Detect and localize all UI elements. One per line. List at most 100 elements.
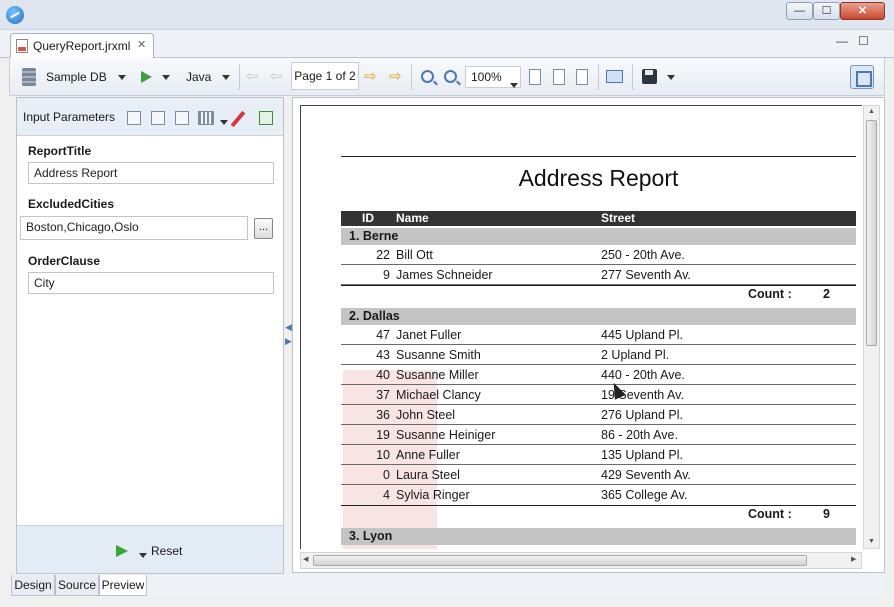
datasource-dropdown-icon[interactable]: [118, 68, 126, 86]
order-clause-input[interactable]: City: [28, 272, 274, 294]
cell-name: Michael Clancy: [396, 388, 481, 402]
parameter-text-icon[interactable]: [175, 111, 189, 125]
last-page-icon[interactable]: ⇨: [389, 69, 402, 84]
first-page-icon[interactable]: ⇦: [246, 69, 259, 84]
cell-id: 37: [376, 388, 390, 402]
scroll-down-icon[interactable]: ▼: [868, 538, 875, 545]
count-value: 9: [823, 507, 830, 521]
database-icon[interactable]: [22, 68, 36, 86]
reset-dropdown-icon[interactable]: [139, 548, 147, 562]
cell-name: Anne Fuller: [396, 448, 460, 462]
window-close-button[interactable]: ✕: [840, 2, 885, 20]
column-header-street: Street: [601, 211, 636, 225]
export-params-icon[interactable]: [259, 111, 273, 125]
cell-street: 2 Upland Pl.: [601, 348, 670, 362]
cell-id: 0: [383, 468, 390, 482]
table-row: 22 Bill Ott 250 - 20th Ave.: [341, 245, 856, 265]
report-preview-area: Address Report ID Name Street 1. Berne 2…: [292, 97, 885, 573]
count-label: Count :: [748, 287, 792, 301]
tab-source[interactable]: Source: [55, 575, 99, 596]
table-row: 4 Sylvia Ringer 365 College Av.: [341, 485, 856, 505]
parameter-image-icon[interactable]: [151, 111, 165, 125]
zoom-value: 100%: [471, 70, 502, 84]
view-minimize-icon[interactable]: —: [836, 34, 850, 48]
cell-name: John Steel: [396, 408, 456, 422]
excluded-cities-input[interactable]: Boston,Chicago,Oslo: [20, 216, 248, 240]
cell-id: 19: [376, 428, 390, 442]
run-report-icon[interactable]: [141, 71, 152, 83]
scroll-right-icon[interactable]: ▶: [851, 555, 856, 563]
report-page: Address Report ID Name Street 1. Berne 2…: [300, 105, 862, 549]
fit-width-icon[interactable]: [553, 69, 565, 85]
previous-page-icon[interactable]: ⇦: [270, 69, 283, 84]
editor-mode-tabs: Design Source Preview: [9, 575, 885, 597]
zoom-dropdown-icon[interactable]: [510, 75, 518, 95]
column-header-id: ID: [362, 211, 374, 225]
cell-id: 4: [383, 488, 390, 502]
table-row: 36 John Steel 276 Upland Pl.: [341, 405, 856, 425]
zoom-in-icon[interactable]: [421, 70, 434, 83]
vertical-scrollbar[interactable]: ▲ ▼: [863, 105, 880, 549]
report-column-header: ID Name Street: [341, 211, 856, 226]
window-minimize-button[interactable]: —: [786, 2, 813, 20]
report-mode-icon[interactable]: [850, 65, 874, 89]
params-dropdown-icon[interactable]: [220, 115, 228, 129]
editor-tabbar: QueryReport.jrxml ✕ — ☐: [0, 30, 894, 58]
tab-preview[interactable]: Preview: [99, 575, 147, 596]
report-title-input[interactable]: Address Report: [28, 162, 274, 184]
cell-street: 135 Upland Pl.: [601, 448, 684, 462]
vertical-scroll-thumb[interactable]: [866, 120, 877, 346]
cell-name: Susanne Smith: [396, 348, 481, 362]
cell-street: 445 Upland Pl.: [601, 328, 684, 342]
language-dropdown-icon[interactable]: [222, 68, 230, 86]
zoom-select[interactable]: 100%: [465, 66, 521, 89]
table-row: 47 Janet Fuller 445 Upland Pl.: [341, 325, 856, 345]
export-icon[interactable]: [606, 70, 623, 83]
count-label: Count :: [748, 507, 792, 521]
group-count-row: Count : 9: [341, 505, 856, 521]
params-header: Input Parameters: [17, 98, 283, 136]
add-parameter-icon[interactable]: [127, 111, 141, 125]
run-with-params-icon[interactable]: [116, 545, 128, 557]
table-row: 40 Susanne Miller 440 - 20th Ave.: [341, 365, 856, 385]
horizontal-scrollbar[interactable]: ◀ ▶: [300, 552, 862, 569]
excluded-cities-browse-button[interactable]: ...: [254, 218, 273, 239]
language-selector[interactable]: Java: [186, 68, 211, 86]
cell-street: 86 - 20th Ave.: [601, 428, 678, 442]
reset-button[interactable]: Reset: [151, 544, 182, 558]
table-row: 9 James Schneider 277 Seventh Av.: [341, 265, 856, 285]
table-row: 19 Susanne Heiniger 86 - 20th Ave.: [341, 425, 856, 445]
window-maximize-button[interactable]: ☐: [813, 2, 840, 20]
keyboard-icon[interactable]: [198, 111, 214, 125]
datasource-selector[interactable]: Sample DB: [46, 68, 107, 86]
edit-pencil-icon[interactable]: [230, 110, 246, 128]
actual-size-icon[interactable]: [576, 69, 588, 85]
horizontal-scroll-thumb[interactable]: [313, 555, 807, 566]
save-dropdown-icon[interactable]: [667, 68, 675, 86]
next-page-icon[interactable]: ⇨: [364, 69, 377, 84]
view-maximize-icon[interactable]: ☐: [858, 34, 872, 48]
cell-name: Bill Ott: [396, 248, 433, 262]
panel-splitter[interactable]: ◀ ▶: [285, 320, 292, 348]
cell-street: 440 - 20th Ave.: [601, 368, 685, 382]
cell-id: 47: [376, 328, 390, 342]
run-dropdown-icon[interactable]: [162, 68, 170, 86]
scroll-left-icon[interactable]: ◀: [303, 555, 308, 563]
toolbar-separator: [411, 64, 412, 90]
zoom-out-icon[interactable]: [444, 70, 457, 83]
page-indicator[interactable]: Page 1 of 2: [291, 62, 359, 90]
input-parameters-panel: Input Parameters ReportTitle Address Rep…: [16, 97, 284, 574]
tab-close-icon[interactable]: ✕: [137, 38, 146, 51]
save-icon[interactable]: [642, 69, 657, 84]
group-header: 1. Berne: [341, 228, 856, 245]
scroll-up-icon[interactable]: ▲: [868, 108, 875, 115]
count-value: 2: [823, 287, 830, 301]
cell-street: 277 Seventh Av.: [601, 268, 691, 282]
table-row: 43 Susanne Smith 2 Upland Pl.: [341, 345, 856, 365]
report-top-line: [341, 156, 856, 157]
tab-query-report[interactable]: QueryReport.jrxml ✕: [10, 33, 154, 58]
fit-page-icon[interactable]: [529, 69, 541, 85]
tab-design[interactable]: Design: [11, 575, 55, 596]
table-row: 37 Michael Clancy 19 Seventh Av.: [341, 385, 856, 405]
toolbar-separator: [239, 64, 240, 90]
